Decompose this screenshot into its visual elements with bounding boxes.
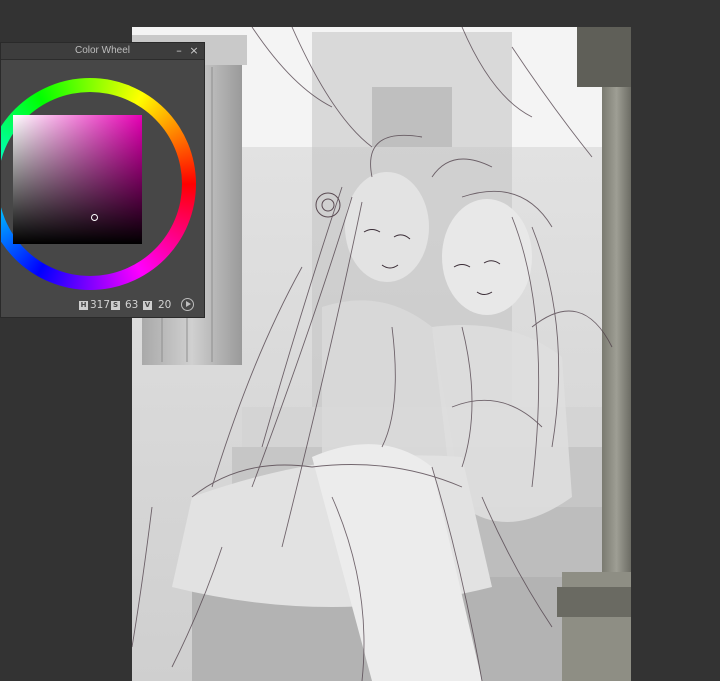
- color-picker-marker[interactable]: [91, 214, 98, 221]
- hue-label: H: [79, 301, 88, 310]
- hue-value[interactable]: 317: [90, 299, 110, 312]
- hsv-readout: H 317 S 63 V 20: [1, 295, 204, 317]
- minimize-button[interactable]: –: [173, 44, 185, 57]
- saturation-label: S: [111, 301, 120, 310]
- close-button[interactable]: ×: [188, 44, 200, 57]
- saturation-value-square[interactable]: [13, 115, 142, 244]
- drawing-canvas[interactable]: [132, 27, 631, 681]
- color-wheel-palette: Color Wheel – × H 317 S 63 V 20: [0, 42, 205, 318]
- saturation-value[interactable]: 63: [125, 299, 138, 312]
- palette-titlebar[interactable]: Color Wheel – ×: [1, 43, 204, 60]
- workspace: Color Wheel – × H 317 S 63 V 20: [0, 0, 720, 681]
- value-value[interactable]: 20: [158, 299, 171, 312]
- color-wheel-area: [1, 60, 204, 296]
- play-icon[interactable]: [181, 298, 194, 311]
- sketch-artwork: [132, 27, 631, 681]
- value-label: V: [143, 301, 152, 310]
